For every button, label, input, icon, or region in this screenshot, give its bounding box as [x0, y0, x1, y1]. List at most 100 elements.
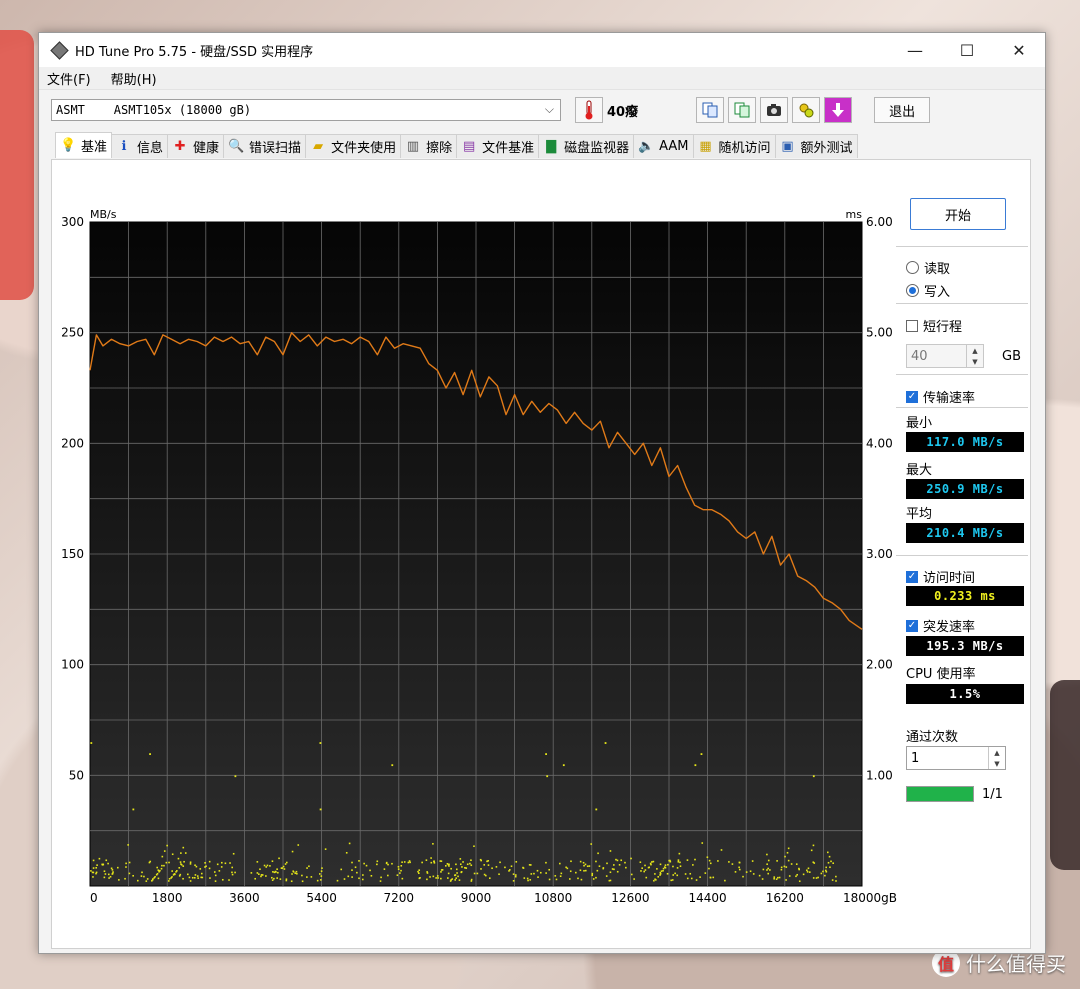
access-time-point [128, 872, 131, 875]
short-stroke-checkbox[interactable] [906, 319, 918, 332]
access-time-point [470, 859, 472, 862]
up-arrow-icon[interactable]: ▲ [994, 749, 999, 757]
access-time-point [751, 860, 754, 862]
access-time-point [383, 868, 386, 870]
options-button[interactable] [792, 97, 821, 123]
menu-file[interactable]: 文件(F) [47, 69, 91, 88]
access-time-point [291, 873, 293, 875]
access-time-point [152, 878, 154, 880]
tab-2[interactable]: ✚ 健康 [167, 134, 225, 158]
tab-7[interactable]: ▇ 磁盘监视器 [538, 134, 635, 158]
close-button[interactable]: ✕ [993, 33, 1045, 67]
access-time-point [168, 878, 171, 880]
exit-button[interactable]: 退出 [874, 97, 931, 123]
tab-label: 随机访问 [718, 141, 771, 156]
access-time-point [254, 877, 256, 880]
x-tick-label: 18000gB [843, 891, 897, 905]
access-time-point [301, 880, 304, 883]
tab-10[interactable]: ▣ 额外测试 [774, 134, 858, 158]
access-time-checkbox[interactable]: ✓ [906, 570, 918, 583]
up-arrow-icon[interactable]: ▲ [972, 347, 977, 355]
x-tick-label: 3600 [229, 891, 260, 905]
separator [896, 303, 1028, 304]
drive-select[interactable]: ASMT ASMT105x (18000 gB) ⌵ [51, 99, 561, 121]
transfer-rate-option[interactable]: ✓ 传输速率 [906, 387, 975, 406]
access-time-point [320, 875, 323, 877]
burst-rate-option[interactable]: ✓ 突发速率 [906, 616, 975, 635]
write-option[interactable]: 写入 [906, 281, 950, 300]
write-radio[interactable] [906, 284, 919, 297]
screenshot-button[interactable] [760, 97, 789, 123]
short-stroke-stepper[interactable]: 40 ▲ ▼ [906, 344, 984, 368]
short-stroke-option[interactable]: 短行程 [906, 316, 962, 335]
access-time-point [143, 875, 145, 878]
temperature-button[interactable] [575, 97, 603, 123]
access-time-point [455, 868, 458, 871]
access-time-point [640, 870, 642, 872]
access-time-point [515, 861, 518, 863]
passes-stepper[interactable]: 1 ▲ ▼ [906, 746, 1006, 770]
tab-1[interactable]: ℹ 信息 [111, 134, 169, 158]
access-time-point [397, 868, 400, 870]
read-option[interactable]: 读取 [906, 258, 950, 277]
access-time-point [510, 865, 513, 868]
access-time-point [260, 875, 262, 878]
tab-3[interactable]: 🔍 错误扫描 [223, 134, 307, 158]
access-time-point [616, 870, 619, 873]
access-time-point [272, 871, 274, 873]
access-time-point [690, 877, 693, 880]
access-time-point [193, 876, 196, 879]
access-time-point [459, 863, 462, 866]
copy-info-button[interactable] [696, 97, 725, 123]
maximize-button[interactable]: ☐ [941, 33, 993, 67]
access-time-point [380, 876, 382, 879]
tab-5[interactable]: ▥ 擦除 [400, 134, 458, 158]
access-time-point [796, 873, 798, 876]
access-time-point [695, 879, 698, 881]
tab-4[interactable]: ▰ 文件夹使用 [305, 134, 402, 158]
save-button[interactable] [824, 97, 853, 123]
copy-all-button[interactable] [728, 97, 757, 123]
access-time-point [189, 880, 192, 882]
access-time-point [701, 842, 704, 844]
access-time-point [163, 850, 166, 852]
title-bar[interactable]: HD Tune Pro 5.75 - 硬盘/SSD 实用程序 — ☐ ✕ [39, 33, 1045, 67]
access-time-point [102, 863, 104, 866]
transfer-rate-checkbox[interactable]: ✓ [906, 390, 918, 403]
access-time-point [825, 866, 827, 869]
access-time-point [391, 862, 393, 865]
stepper-arrows[interactable]: ▲ ▼ [966, 345, 983, 367]
access-time-point [376, 860, 379, 863]
minimize-button[interactable]: — [889, 33, 941, 67]
access-time-point [426, 872, 429, 874]
tab-6[interactable]: ▤ 文件基准 [456, 134, 540, 158]
menu-help[interactable]: 帮助(H) [111, 69, 157, 88]
down-arrow-icon[interactable]: ▼ [994, 760, 999, 768]
access-time-point [455, 863, 457, 866]
start-button[interactable]: 开始 [910, 198, 1006, 230]
access-time-point [320, 870, 323, 873]
access-time-point [458, 879, 461, 881]
stepper-arrows[interactable]: ▲ ▼ [988, 747, 1005, 769]
access-time-point [234, 775, 237, 778]
access-time-point [798, 868, 801, 871]
read-radio[interactable] [906, 261, 919, 274]
down-arrow-icon[interactable]: ▼ [972, 358, 977, 366]
access-time-point [290, 880, 293, 883]
access-time-point [806, 869, 808, 872]
chevron-down-icon: ⌵ [544, 102, 554, 116]
y-left-tick-label: 200 [61, 436, 84, 450]
burst-rate-checkbox[interactable]: ✓ [906, 619, 918, 632]
access-time-point [281, 867, 284, 869]
access-time-point [146, 878, 149, 880]
tab-8[interactable]: 🔈 AAM [633, 134, 694, 158]
access-time-point [522, 867, 525, 869]
access-time-point [546, 775, 549, 778]
access-time-option[interactable]: ✓ 访问时间 [906, 567, 975, 586]
tab-9[interactable]: ▦ 随机访问 [692, 134, 776, 158]
avg-label: 平均 [906, 507, 933, 522]
tab-0[interactable]: 💡 基准 [55, 132, 113, 158]
access-time-point [276, 877, 278, 879]
access-time-point [562, 764, 565, 767]
access-time-point [639, 861, 642, 864]
